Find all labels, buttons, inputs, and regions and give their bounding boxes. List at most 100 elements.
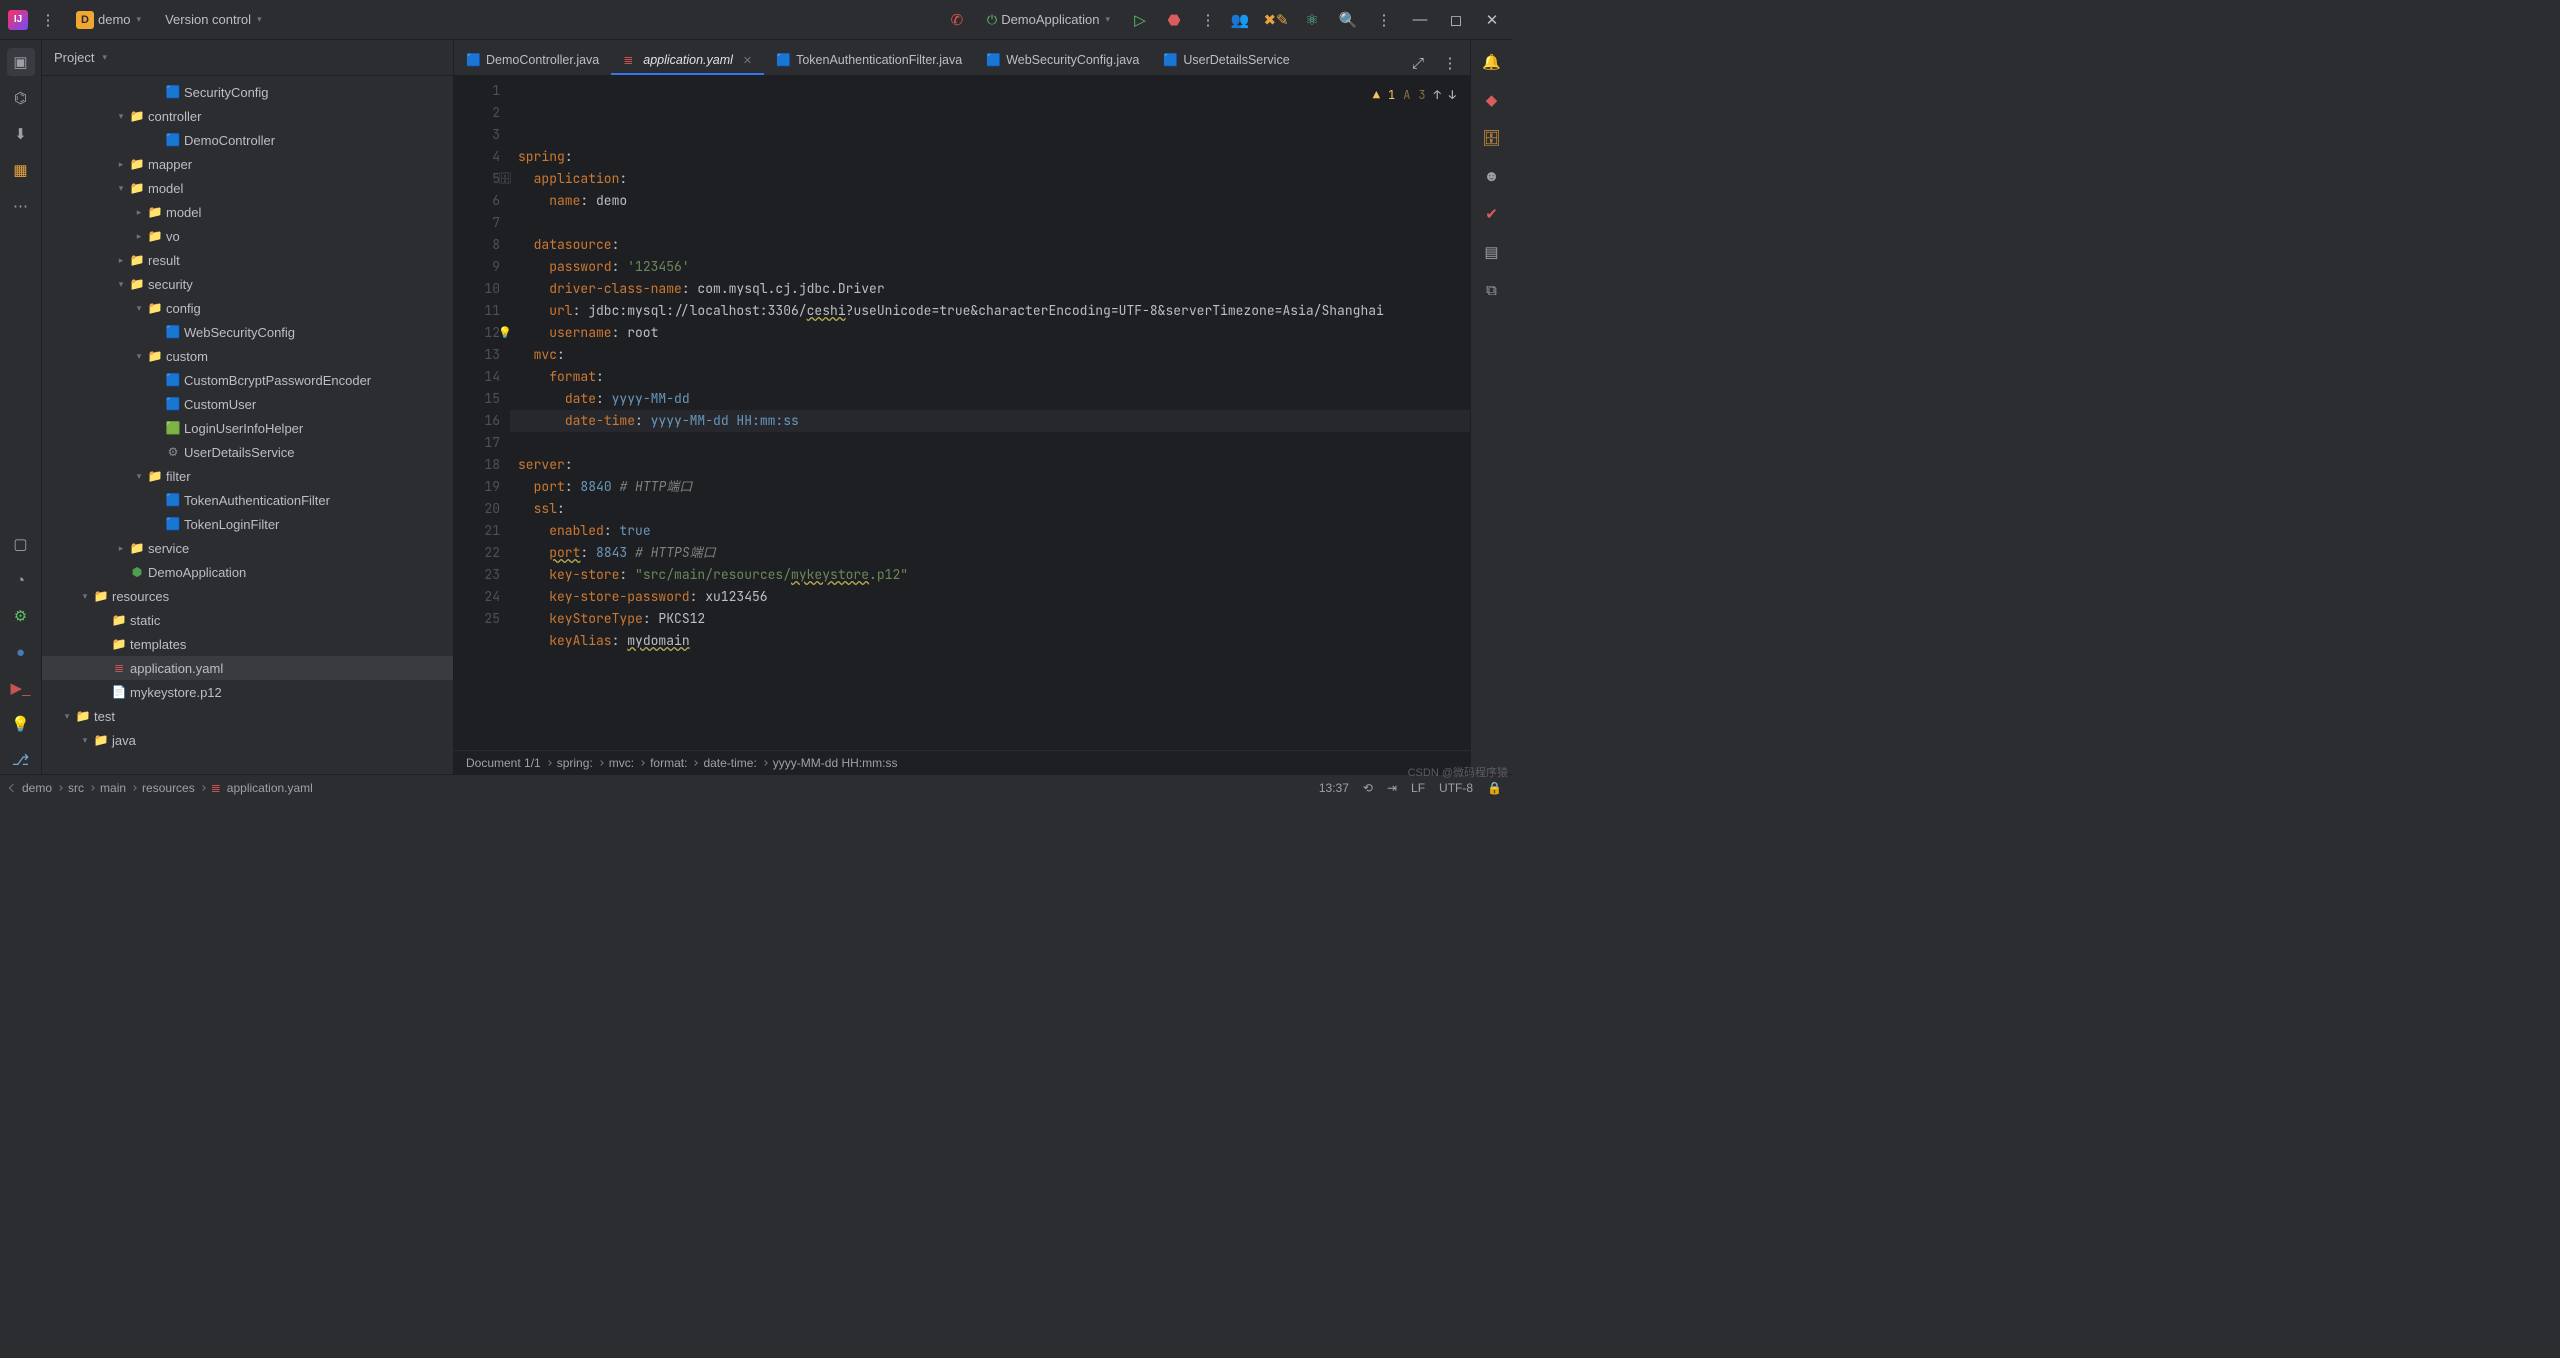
- tree-item-democontroller[interactable]: 🟦DemoController: [42, 128, 453, 152]
- tree-item-customuser[interactable]: 🟦CustomUser: [42, 392, 453, 416]
- tree-item-custom[interactable]: ▾📁custom: [42, 344, 453, 368]
- close-icon[interactable]: ✕: [1480, 8, 1504, 32]
- build-tool-icon[interactable]: ⚙: [7, 602, 35, 630]
- tree-item-model[interactable]: ▸📁model: [42, 200, 453, 224]
- path-breadcrumbs[interactable]: demosrcmainresources≣ application.yaml: [10, 781, 313, 795]
- tree-item-application-yaml[interactable]: ≣application.yaml: [42, 656, 453, 680]
- tree-item-loginuserinfohelper[interactable]: 🟩LoginUserInfoHelper: [42, 416, 453, 440]
- project-tree[interactable]: 🟦SecurityConfig▾📁controller🟦DemoControll…: [42, 76, 453, 774]
- tools-icon[interactable]: ✖✎: [1264, 8, 1288, 32]
- breadcrumb-item[interactable]: Document 1/1: [466, 756, 541, 770]
- tree-item-filter[interactable]: ▾📁filter: [42, 464, 453, 488]
- tree-item-controller[interactable]: ▾📁controller: [42, 104, 453, 128]
- run-config-selector[interactable]: ⏻ DemoApplication ▾: [979, 8, 1118, 32]
- next-highlight-icon[interactable]: ↓: [1449, 84, 1456, 106]
- status-sync-icon[interactable]: ⟲: [1363, 781, 1373, 795]
- path-crumb-item[interactable]: application.yaml: [227, 781, 313, 795]
- maven-tool-icon[interactable]: ✔: [1478, 200, 1506, 228]
- tree-item-websecurityconfig[interactable]: 🟦WebSecurityConfig: [42, 320, 453, 344]
- more-run-icon[interactable]: ⋮: [1196, 8, 1220, 32]
- project-selector[interactable]: D demo ▾: [68, 7, 149, 33]
- people-icon[interactable]: 👥: [1228, 8, 1252, 32]
- breadcrumb-item[interactable]: date-time:: [703, 756, 756, 770]
- phone-icon[interactable]: ✆: [945, 8, 969, 32]
- prev-highlight-icon[interactable]: ↑: [1434, 84, 1441, 106]
- tree-item-tokenauthenticationfilter[interactable]: 🟦TokenAuthenticationFilter: [42, 488, 453, 512]
- status-line-sep[interactable]: LF: [1411, 781, 1425, 795]
- tree-item-vo[interactable]: ▸📁vo: [42, 224, 453, 248]
- status-lock-icon[interactable]: 🔒: [1487, 781, 1502, 795]
- tab-tokenauthenticationfilter-java[interactable]: 🟦TokenAuthenticationFilter.java: [764, 45, 974, 75]
- tree-item-config[interactable]: ▾📁config: [42, 296, 453, 320]
- status-indent[interactable]: ⇥: [1387, 781, 1397, 795]
- problems-tool-icon[interactable]: 💡: [7, 710, 35, 738]
- close-icon[interactable]: ✕: [743, 54, 752, 67]
- tree-item-templates[interactable]: 📁templates: [42, 632, 453, 656]
- console-tool-icon[interactable]: ▶_: [7, 674, 35, 702]
- git-tool-icon[interactable]: ⎇: [7, 746, 35, 774]
- main-menu-icon[interactable]: ⋮: [36, 8, 60, 32]
- maximize-icon[interactable]: ◻: [1444, 8, 1468, 32]
- tree-item-demoapplication[interactable]: ⬢DemoApplication: [42, 560, 453, 584]
- tab-democontroller-java[interactable]: 🟦DemoController.java: [454, 45, 611, 75]
- tree-item-tokenloginfilter[interactable]: 🟦TokenLoginFilter: [42, 512, 453, 536]
- ai-tool-icon[interactable]: ◆: [1478, 86, 1506, 114]
- sidebar-header[interactable]: Project ▾: [42, 40, 453, 76]
- copilot-tool-icon[interactable]: ☻: [1478, 162, 1506, 190]
- path-crumb-item[interactable]: main: [100, 781, 126, 795]
- tab-websecurityconfig-java[interactable]: 🟦WebSecurityConfig.java: [974, 45, 1151, 75]
- breadcrumb-item[interactable]: yyyy-MM-dd HH:mm:ss: [773, 756, 898, 770]
- status-bar: demosrcmainresources≣ application.yaml 1…: [0, 774, 1512, 800]
- run-config-label: DemoApplication: [1001, 12, 1099, 27]
- tree-item-model[interactable]: ▾📁model: [42, 176, 453, 200]
- status-encoding[interactable]: UTF-8: [1439, 781, 1473, 795]
- breadcrumb-item[interactable]: format:: [650, 756, 687, 770]
- tree-item-securityconfig[interactable]: 🟦SecurityConfig: [42, 80, 453, 104]
- debug-icon[interactable]: ⬣: [1162, 8, 1186, 32]
- minimize-icon[interactable]: —: [1408, 8, 1432, 32]
- run-icon[interactable]: ▷: [1128, 8, 1152, 32]
- endpoints-tool-icon[interactable]: ⧉: [1478, 276, 1506, 304]
- lua-tool-icon[interactable]: ●: [7, 638, 35, 666]
- tree-item-service[interactable]: ▸📁service: [42, 536, 453, 560]
- path-crumb-item[interactable]: demo: [22, 781, 52, 795]
- tab-application-yaml[interactable]: ≣application.yaml✕: [611, 45, 764, 75]
- services-tool-icon[interactable]: ▦: [7, 156, 35, 184]
- editor-body[interactable]: 1234🗄567891011💡1213141516171819202122232…: [454, 76, 1470, 750]
- vcs-selector[interactable]: Version control ▾: [157, 8, 270, 31]
- terminal-tool-icon[interactable]: ▢: [7, 530, 35, 558]
- tree-item-static[interactable]: 📁static: [42, 608, 453, 632]
- tab-userdetailsservice[interactable]: 🟦UserDetailsService: [1151, 45, 1301, 75]
- code-content[interactable]: ▲1 A3 ↑ ↓ spring: application: name: dem…: [510, 76, 1470, 750]
- editor-tabs: 🟦DemoController.java≣application.yaml✕🟦T…: [454, 40, 1470, 76]
- more-icon[interactable]: ⋯: [7, 192, 35, 220]
- tree-item-mapper[interactable]: ▸📁mapper: [42, 152, 453, 176]
- tab-options-icon[interactable]: ⋮: [1438, 51, 1462, 75]
- tree-item-userdetailsservice[interactable]: ⚙UserDetailsService: [42, 440, 453, 464]
- tree-item-mykeystore-p12[interactable]: 📄mykeystore.p12: [42, 680, 453, 704]
- tree-item-java[interactable]: ▾📁java: [42, 728, 453, 752]
- tree-item-result[interactable]: ▸📁result: [42, 248, 453, 272]
- path-crumb-item[interactable]: src: [68, 781, 84, 795]
- settings-icon[interactable]: ⋮: [1372, 8, 1396, 32]
- structure-tool-icon[interactable]: ⌬: [7, 84, 35, 112]
- project-tool-icon[interactable]: ▣: [7, 48, 35, 76]
- atom-icon[interactable]: ⚛: [1300, 8, 1324, 32]
- profiler-tool-icon[interactable]: ◔: [7, 566, 35, 594]
- tree-item-test[interactable]: ▾📁test: [42, 704, 453, 728]
- coverage-tool-icon[interactable]: ▤: [1478, 238, 1506, 266]
- breadcrumbs[interactable]: Document 1/1 spring: mvc: format: date-time:…: [454, 750, 1470, 774]
- path-crumb-item[interactable]: resources: [142, 781, 195, 795]
- breadcrumb-item[interactable]: mvc:: [609, 756, 634, 770]
- inspection-widget[interactable]: ▲1 A3 ↑ ↓: [1369, 82, 1460, 108]
- bookmarks-tool-icon[interactable]: ⬇: [7, 120, 35, 148]
- tree-item-security[interactable]: ▾📁security: [42, 272, 453, 296]
- expand-icon[interactable]: ⤢: [1406, 51, 1430, 75]
- tree-item-resources[interactable]: ▾📁resources: [42, 584, 453, 608]
- notifications-icon[interactable]: 🔔: [1478, 48, 1506, 76]
- search-icon[interactable]: 🔍: [1336, 8, 1360, 32]
- weak-count: 3: [1418, 84, 1425, 106]
- database-tool-icon[interactable]: 🗄: [1478, 124, 1506, 152]
- tree-item-custombcryptpasswordencoder[interactable]: 🟦CustomBcryptPasswordEncoder: [42, 368, 453, 392]
- breadcrumb-item[interactable]: spring:: [557, 756, 593, 770]
